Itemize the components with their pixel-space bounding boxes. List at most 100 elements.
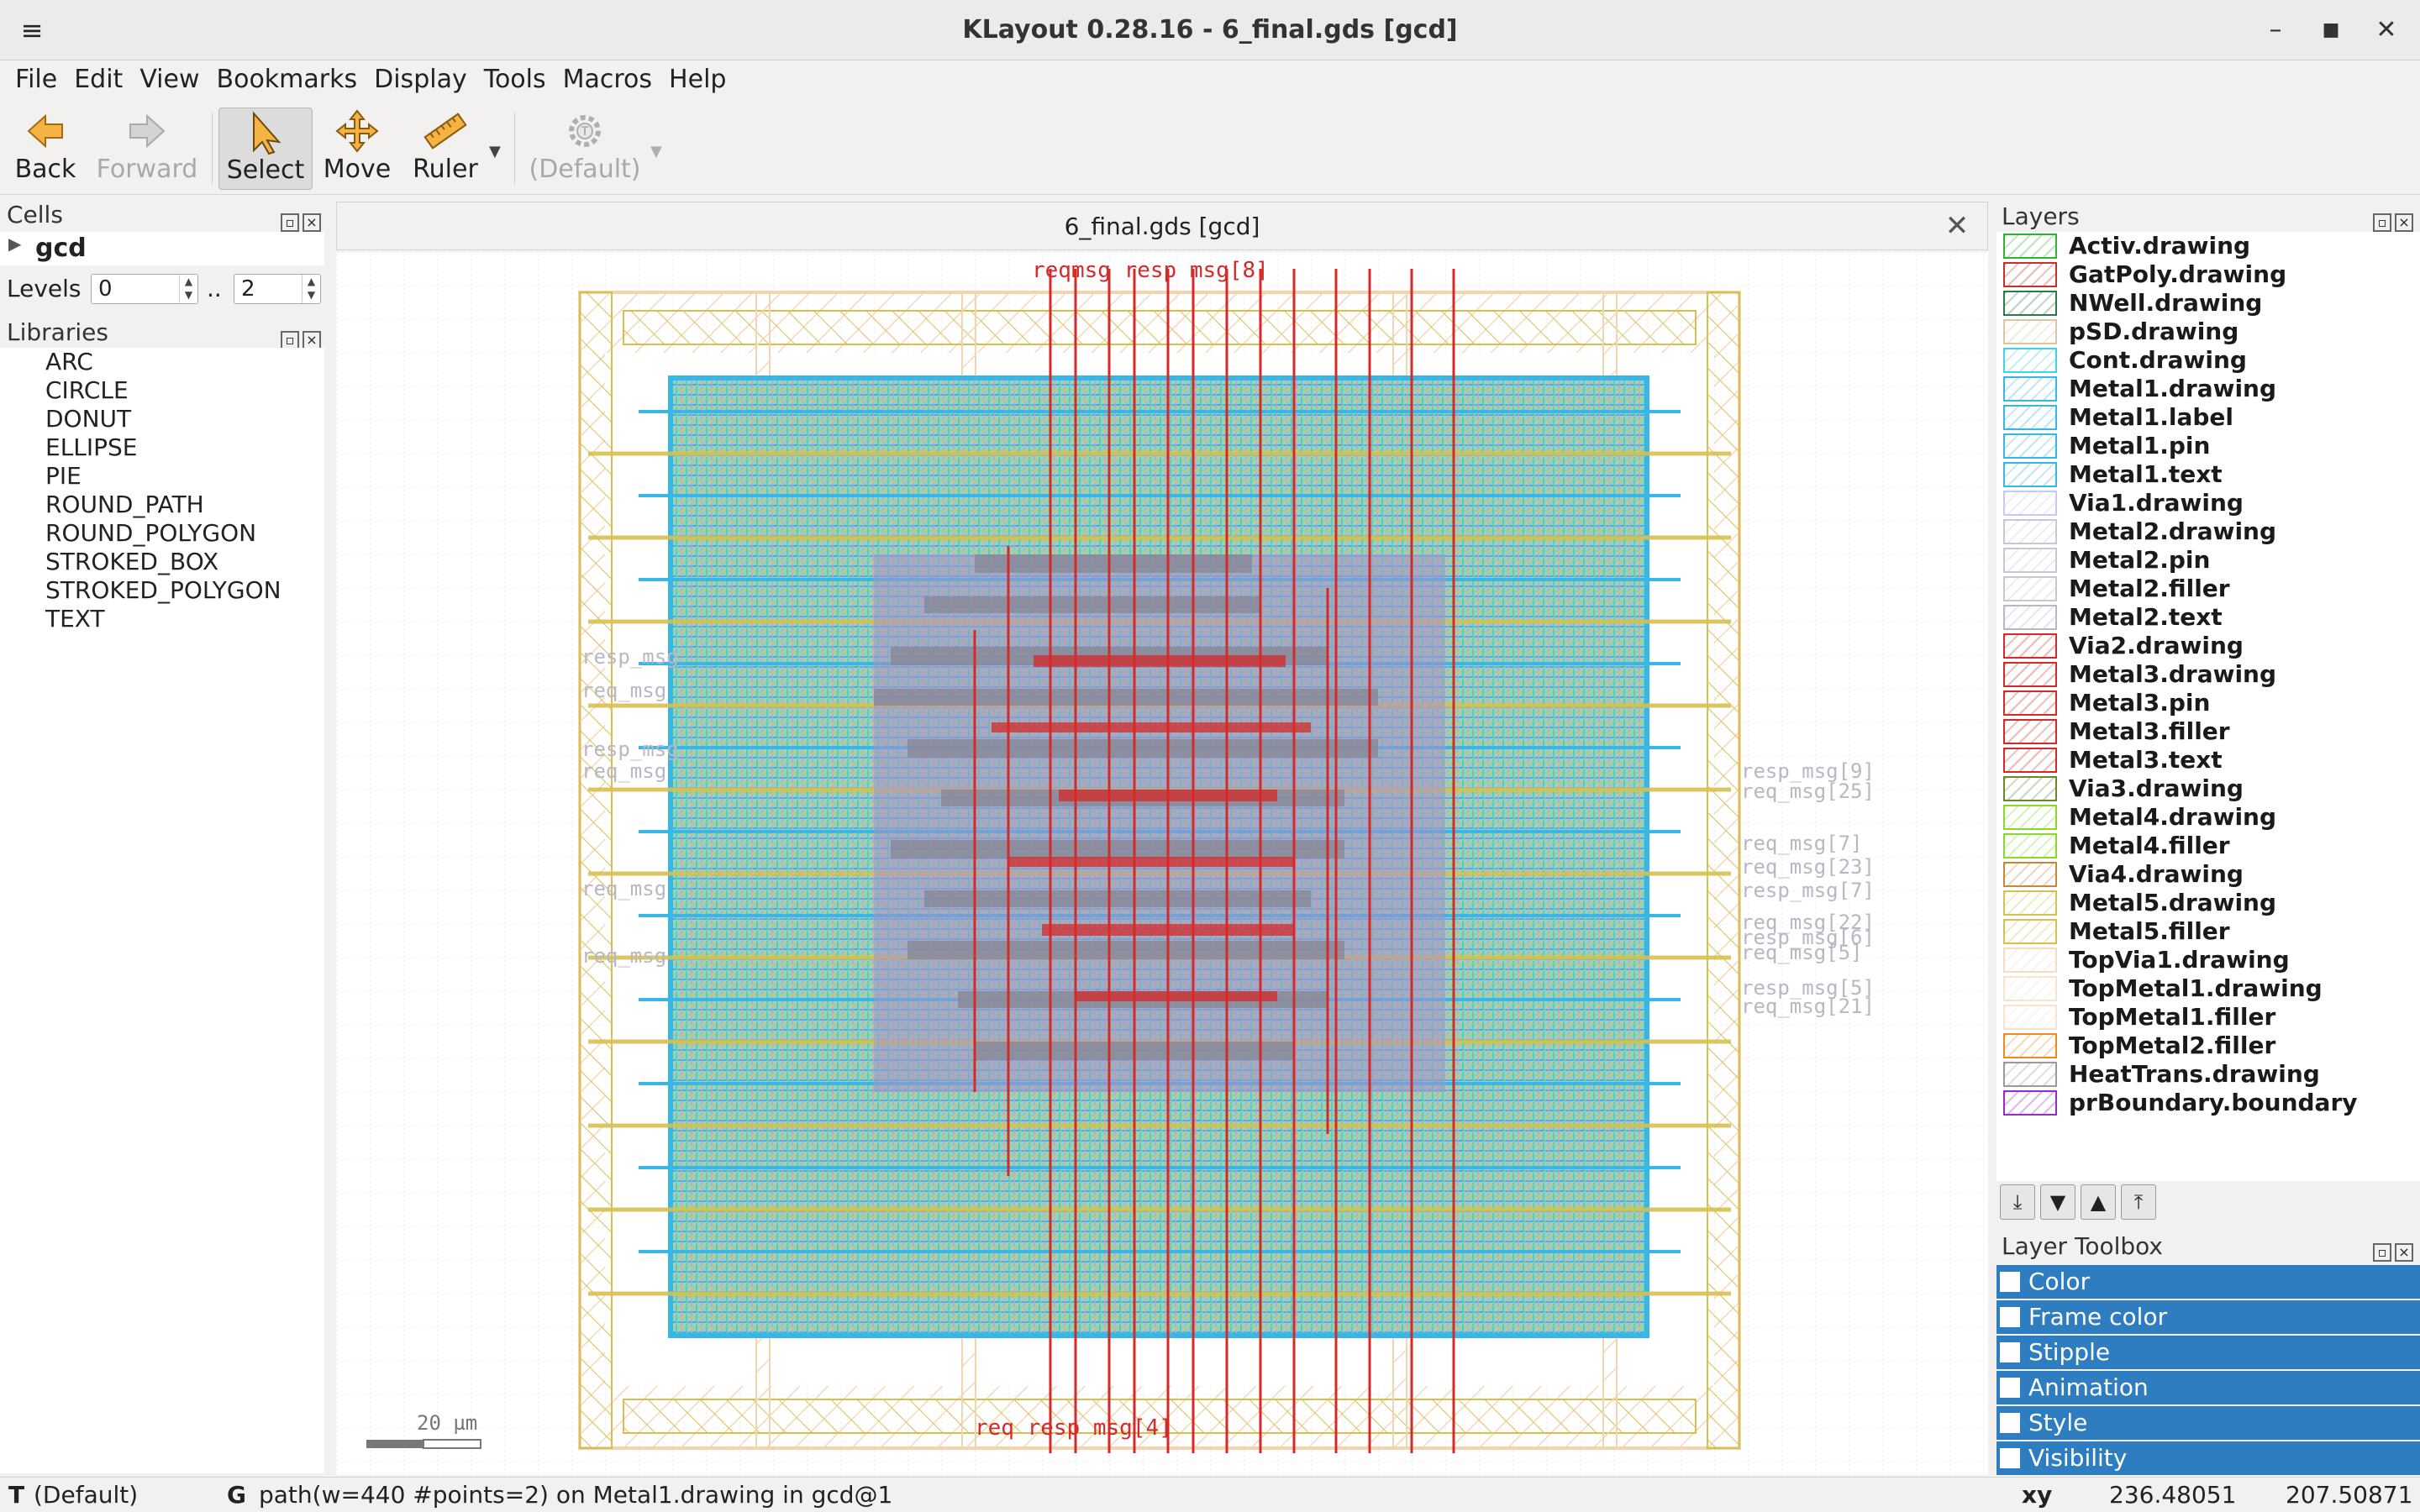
layer-row[interactable]: Via1.drawing: [1996, 489, 2420, 517]
layer-swatch-icon[interactable]: [2003, 348, 2057, 373]
select-button[interactable]: Select: [218, 108, 313, 190]
close-panel-icon[interactable]: ×: [302, 331, 321, 349]
levels-to-spinner[interactable]: 2 ▲ ▼: [234, 274, 321, 304]
menu-display[interactable]: Display: [366, 60, 476, 99]
layer-swatch-icon[interactable]: [2003, 976, 2057, 1001]
menu-view[interactable]: View: [131, 60, 208, 99]
library-item[interactable]: ARC: [0, 348, 324, 376]
layout-tab-title[interactable]: 6_final.gds [gcd]: [337, 202, 1987, 251]
toolbox-color[interactable]: Color: [1996, 1265, 2420, 1299]
layer-row[interactable]: Metal1.pin: [1996, 432, 2420, 460]
ruler-button[interactable]: Ruler: [407, 108, 484, 190]
close-panel-icon[interactable]: ×: [2395, 1243, 2413, 1262]
layer-swatch-icon[interactable]: [2003, 376, 2057, 402]
library-item[interactable]: CIRCLE: [0, 376, 324, 405]
layer-swatch-icon[interactable]: [2003, 548, 2057, 573]
menu-edit[interactable]: Edit: [66, 60, 131, 99]
ruler-dropdown-icon[interactable]: ▼: [489, 143, 501, 160]
layer-swatch-icon[interactable]: [2003, 1090, 2057, 1116]
layer-swatch-icon[interactable]: [2003, 405, 2057, 430]
layer-swatch-icon[interactable]: [2003, 890, 2057, 916]
layer-swatch-icon[interactable]: [2003, 719, 2057, 744]
library-item[interactable]: ELLIPSE: [0, 433, 324, 462]
library-item[interactable]: ROUND_POLYGON: [0, 519, 324, 548]
expand-arrow-icon[interactable]: ▶: [8, 234, 21, 254]
layer-row[interactable]: pSD.drawing: [1996, 318, 2420, 346]
toolbox-style[interactable]: Style: [1996, 1406, 2420, 1440]
layer-row[interactable]: Metal1.text: [1996, 460, 2420, 489]
layer-swatch-icon[interactable]: [2003, 576, 2057, 601]
layer-swatch-icon[interactable]: [2003, 291, 2057, 316]
minimize-icon[interactable]: –: [2257, 12, 2294, 49]
toolbox-visibility[interactable]: Visibility: [1996, 1441, 2420, 1475]
library-item[interactable]: DONUT: [0, 405, 324, 433]
layer-swatch-icon[interactable]: [2003, 862, 2057, 887]
library-item[interactable]: TEXT: [0, 605, 324, 633]
layer-row[interactable]: Metal4.filler: [1996, 832, 2420, 860]
toolbox-stipple[interactable]: Stipple: [1996, 1336, 2420, 1369]
close-panel-icon[interactable]: ×: [302, 213, 321, 232]
layer-row[interactable]: Via4.drawing: [1996, 860, 2420, 889]
close-tab-icon[interactable]: ✕: [1942, 211, 1972, 241]
layer-swatch-icon[interactable]: [2003, 605, 2057, 630]
layer-row[interactable]: HeatTrans.drawing: [1996, 1060, 2420, 1089]
spinner-arrows-icon[interactable]: ▲ ▼: [179, 275, 197, 303]
back-button[interactable]: Back: [12, 108, 79, 190]
layer-row[interactable]: Metal1.drawing: [1996, 375, 2420, 403]
layer-row[interactable]: GatPoly.drawing: [1996, 260, 2420, 289]
spinner-arrows-icon[interactable]: ▲ ▼: [302, 275, 320, 303]
layer-swatch-icon[interactable]: [2003, 1005, 2057, 1030]
layer-swatch-icon[interactable]: [2003, 234, 2057, 259]
menu-macros[interactable]: Macros: [555, 60, 660, 99]
layer-swatch-icon[interactable]: [2003, 319, 2057, 344]
layer-swatch-icon[interactable]: [2003, 805, 2057, 830]
layer-row[interactable]: Metal3.pin: [1996, 689, 2420, 717]
layer-swatch-icon[interactable]: [2003, 433, 2057, 459]
layer-swatch-icon[interactable]: [2003, 948, 2057, 973]
layer-row[interactable]: Metal2.pin: [1996, 546, 2420, 575]
layer-swatch-icon[interactable]: [2003, 262, 2057, 287]
layer-swatch-icon[interactable]: [2003, 633, 2057, 659]
layer-row[interactable]: Via2.drawing: [1996, 632, 2420, 660]
layer-swatch-icon[interactable]: [2003, 662, 2057, 687]
layer-row[interactable]: TopMetal1.filler: [1996, 1003, 2420, 1032]
expand-checkbox[interactable]: [2000, 1342, 2020, 1362]
float-icon[interactable]: ▫: [281, 331, 299, 349]
menu-bookmarks[interactable]: Bookmarks: [208, 60, 366, 99]
move-layer-up-icon[interactable]: ▲: [2081, 1184, 2116, 1220]
cell-root-gcd[interactable]: gcd: [35, 232, 87, 265]
levels-from-spinner[interactable]: 0 ▲ ▼: [91, 274, 198, 304]
menu-file[interactable]: File: [7, 60, 66, 99]
expand-checkbox[interactable]: [2000, 1307, 2020, 1327]
toolbox-frame-color[interactable]: Frame color: [1996, 1300, 2420, 1334]
layer-swatch-icon[interactable]: [2003, 919, 2057, 944]
default-dropdown-icon[interactable]: ▼: [650, 143, 662, 160]
layer-row[interactable]: Metal3.drawing: [1996, 660, 2420, 689]
float-icon[interactable]: ▫: [2373, 1243, 2391, 1262]
layer-row[interactable]: TopMetal2.filler: [1996, 1032, 2420, 1060]
layer-row[interactable]: Metal3.text: [1996, 746, 2420, 774]
layer-row[interactable]: TopVia1.drawing: [1996, 946, 2420, 974]
move-layer-bottom-icon[interactable]: ⤓: [2000, 1184, 2035, 1220]
expand-checkbox[interactable]: [2000, 1413, 2020, 1433]
toolbox-animation[interactable]: Animation: [1996, 1371, 2420, 1404]
layer-swatch-icon[interactable]: [2003, 690, 2057, 716]
maximize-icon[interactable]: ■: [2312, 12, 2349, 49]
layer-row[interactable]: Metal5.drawing: [1996, 889, 2420, 917]
library-item[interactable]: STROKED_BOX: [0, 548, 324, 576]
layer-swatch-icon[interactable]: [2003, 519, 2057, 544]
layer-row[interactable]: Activ.drawing: [1996, 232, 2420, 260]
float-icon[interactable]: ▫: [2373, 213, 2391, 232]
menu-help[interactable]: Help: [660, 60, 734, 99]
layer-swatch-icon[interactable]: [2003, 1062, 2057, 1087]
layer-row[interactable]: TopMetal1.drawing: [1996, 974, 2420, 1003]
expand-checkbox[interactable]: [2000, 1272, 2020, 1292]
library-item[interactable]: STROKED_POLYGON: [0, 576, 324, 605]
close-panel-icon[interactable]: ×: [2395, 213, 2413, 232]
layer-row[interactable]: Metal3.filler: [1996, 717, 2420, 746]
float-icon[interactable]: ▫: [281, 213, 299, 232]
layer-row[interactable]: Metal4.drawing: [1996, 803, 2420, 832]
layer-row[interactable]: Via3.drawing: [1996, 774, 2420, 803]
forward-button[interactable]: Forward: [92, 108, 202, 190]
move-button[interactable]: Move: [321, 108, 393, 190]
